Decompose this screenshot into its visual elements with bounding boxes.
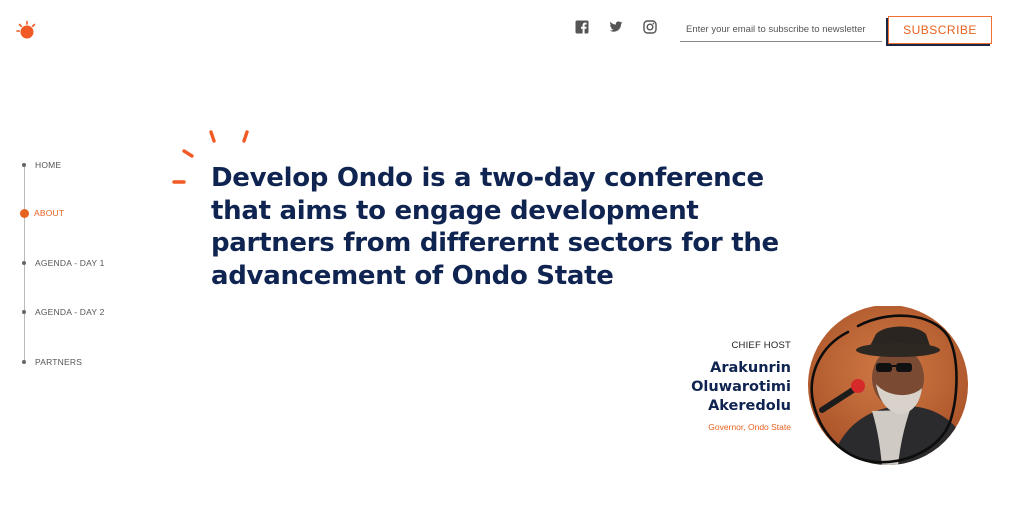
host-name-line: Oluwarotimi bbox=[691, 379, 791, 395]
subscribe-button-wrapper: SUBSCRIBE bbox=[886, 16, 994, 46]
host-name-line: Akeredolu bbox=[708, 398, 791, 414]
nav-dot-active bbox=[20, 208, 29, 218]
facebook-icon[interactable] bbox=[575, 20, 589, 34]
sun-logo-icon bbox=[16, 20, 36, 39]
nav-item-label: ABOUT bbox=[34, 208, 65, 218]
twitter-icon[interactable] bbox=[609, 20, 623, 34]
host-title: Governor, Ondo State bbox=[708, 422, 791, 432]
nav-item-home[interactable]: HOME bbox=[20, 158, 61, 172]
instagram-icon[interactable] bbox=[643, 20, 657, 34]
nav-item-agenda-day-2[interactable]: AGENDA - DAY 2 bbox=[20, 305, 105, 319]
nav-item-label: AGENDA - DAY 1 bbox=[35, 258, 105, 268]
newsletter-email-input[interactable] bbox=[680, 18, 882, 42]
nav-dot bbox=[22, 261, 26, 265]
host-name: Arakunrin Oluwarotimi Akeredolu bbox=[591, 359, 791, 416]
logo[interactable] bbox=[16, 20, 38, 42]
nav-dot bbox=[22, 360, 26, 364]
nav-item-label: PARTNERS bbox=[35, 357, 83, 367]
host-role: CHIEF HOST bbox=[731, 340, 791, 351]
subscribe-button[interactable]: SUBSCRIBE bbox=[888, 16, 992, 44]
nav-item-partners[interactable]: PARTNERS bbox=[20, 355, 82, 369]
chief-host-info: CHIEF HOST Arakunrin Oluwarotimi Akeredo… bbox=[591, 340, 791, 432]
social-links bbox=[575, 20, 657, 34]
nav-dot bbox=[22, 310, 26, 314]
nav-item-agenda-day-1[interactable]: AGENDA - DAY 1 bbox=[20, 256, 105, 270]
hero-headline: Develop Ondo is a two-day conference tha… bbox=[211, 163, 779, 291]
nav-item-label: HOME bbox=[35, 160, 62, 170]
nav-dot bbox=[22, 163, 26, 167]
nav-item-label: AGENDA - DAY 2 bbox=[35, 307, 105, 317]
host-portrait bbox=[808, 306, 968, 465]
host-name-line: Arakunrin bbox=[710, 360, 791, 376]
nav-item-about[interactable]: ABOUT bbox=[20, 206, 64, 220]
side-navigation: HOME ABOUT AGENDA - DAY 1 AGENDA - DAY 2… bbox=[20, 158, 160, 378]
